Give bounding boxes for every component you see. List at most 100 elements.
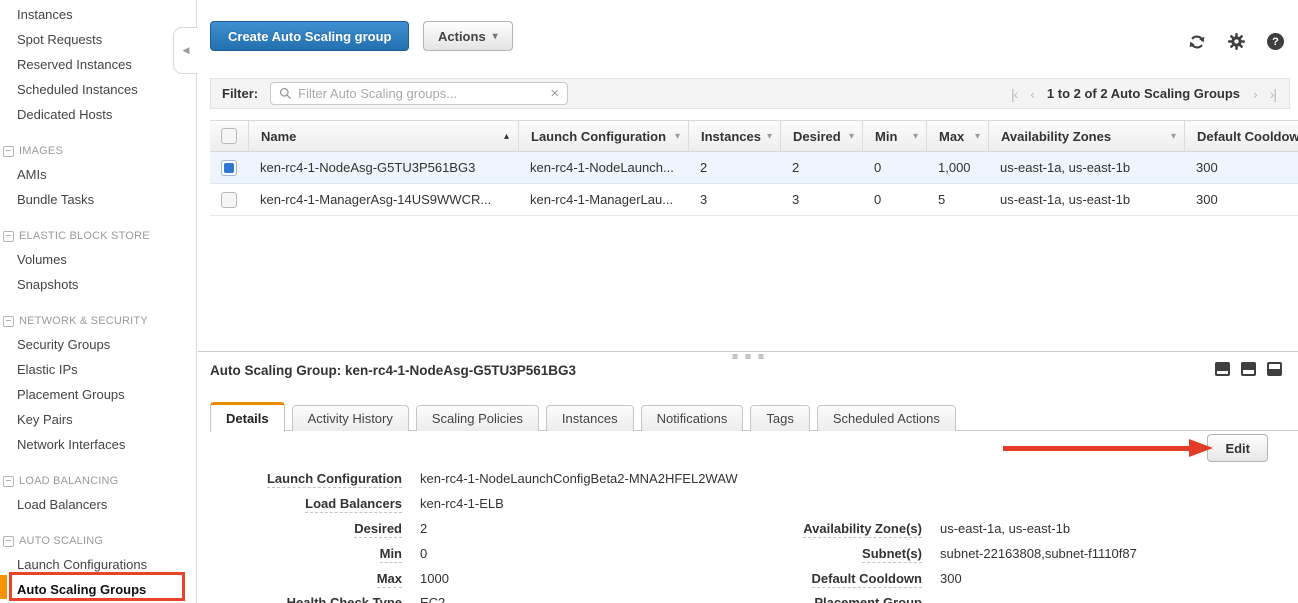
column-header-desired[interactable]: Desired (780, 121, 862, 151)
sidebar-item-spot-requests[interactable]: Spot Requests (0, 27, 196, 52)
field-label: Load Balancers (210, 496, 402, 511)
sidebar-item-snapshots[interactable]: Snapshots (0, 272, 196, 297)
column-header-max[interactable]: Max (926, 121, 988, 151)
search-box[interactable] (270, 82, 568, 105)
pane-layout-half-icon[interactable] (1241, 362, 1256, 376)
filter-bar: Filter: 1 to 2 of 2 Auto Scaling Groups (210, 78, 1290, 109)
field-label: Min (210, 546, 402, 561)
cell-instances: 2 (688, 160, 780, 175)
sidebar-section-load-balancing[interactable]: LOAD BALANCING (0, 470, 196, 492)
help-icon[interactable] (1267, 33, 1284, 50)
field-label: Launch Configuration (210, 471, 402, 486)
column-header-min[interactable]: Min (862, 121, 926, 151)
sidebar-section-network-security[interactable]: NETWORK & SECURITY (0, 310, 196, 332)
sidebar-item-placement-groups[interactable]: Placement Groups (0, 382, 196, 407)
refresh-icon[interactable] (1188, 33, 1206, 51)
column-header-instances[interactable]: Instances (688, 121, 780, 151)
sidebar-item-volumes[interactable]: Volumes (0, 247, 196, 272)
tab-instances[interactable]: Instances (546, 405, 634, 431)
cell-availability-zones: us-east-1a, us-east-1b (988, 192, 1184, 207)
previous-page-button[interactable] (1030, 86, 1034, 102)
last-page-button[interactable] (1270, 86, 1276, 102)
tab-scheduled-actions[interactable]: Scheduled Actions (817, 405, 956, 431)
column-label: Instances (701, 129, 761, 144)
sidebar-item-amis[interactable]: AMIs (0, 162, 196, 187)
sidebar-item-reserved-instances[interactable]: Reserved Instances (0, 52, 196, 77)
actions-dropdown-button[interactable]: Actions (423, 21, 513, 51)
edit-button[interactable]: Edit (1207, 434, 1268, 462)
main-content: Create Auto Scaling group Actions (198, 0, 1298, 603)
panel-resize-handle[interactable] (733, 354, 764, 359)
sidebar-item-dedicated-hosts[interactable]: Dedicated Hosts (0, 102, 196, 127)
field-label: Availability Zone(s) (722, 521, 922, 536)
tab-scaling-policies[interactable]: Scaling Policies (416, 405, 539, 431)
pagination-text: 1 to 2 of 2 Auto Scaling Groups (1047, 86, 1240, 101)
sidebar-item-load-balancers[interactable]: Load Balancers (0, 492, 196, 517)
sidebar-item-instances[interactable]: Instances (0, 2, 196, 27)
cell-name: ken-rc4-1-NodeAsg-G5TU3P561BG3 (248, 160, 518, 175)
tab-activity-history[interactable]: Activity History (292, 405, 409, 431)
sidebar-section-label: LOAD BALANCING (19, 475, 118, 487)
filter-search-input[interactable] (298, 86, 544, 101)
next-page-button[interactable] (1253, 86, 1257, 102)
column-label: Launch Configuration (531, 129, 666, 144)
tab-details[interactable]: Details (210, 402, 285, 432)
column-header-availability-zones[interactable]: Availability Zones (988, 121, 1184, 151)
gear-icon[interactable] (1227, 32, 1246, 51)
row-checkbox-checked[interactable] (221, 160, 237, 176)
field-label: Subnet(s) (722, 546, 922, 561)
field-max: Max 1000 (210, 571, 449, 589)
column-menu-icon[interactable] (913, 131, 918, 142)
column-menu-icon[interactable] (1171, 131, 1176, 142)
pane-layout-full-icon[interactable] (1267, 362, 1282, 376)
sidebar-section-label: AUTO SCALING (19, 535, 103, 547)
tab-tags[interactable]: Tags (750, 405, 809, 431)
column-label: Availability Zones (1001, 129, 1111, 144)
create-auto-scaling-group-button[interactable]: Create Auto Scaling group (210, 21, 409, 51)
table-row-manager-asg[interactable]: ken-rc4-1-ManagerAsg-14US9WWCR... ken-rc… (210, 184, 1298, 216)
pane-layout-small-icon[interactable] (1215, 362, 1230, 376)
pane-layout-icons (1215, 362, 1282, 376)
column-header-name[interactable]: Name (248, 121, 518, 151)
field-label: Desired (210, 521, 402, 536)
field-value: 300 (940, 571, 962, 586)
chevron-down-icon (493, 31, 498, 42)
collapse-minus-icon (3, 146, 14, 157)
collapse-minus-icon (3, 231, 14, 242)
column-label: Min (875, 129, 897, 144)
field-value: 0 (420, 546, 427, 561)
column-menu-icon[interactable] (767, 131, 772, 142)
column-menu-icon[interactable] (849, 131, 854, 142)
sidebar-item-auto-scaling-groups[interactable]: Auto Scaling Groups (0, 577, 196, 602)
cell-name: ken-rc4-1-ManagerAsg-14US9WWCR... (248, 192, 518, 207)
select-all-checkbox[interactable] (221, 128, 237, 144)
tab-notifications[interactable]: Notifications (641, 405, 744, 431)
sidebar-item-network-interfaces[interactable]: Network Interfaces (0, 432, 196, 457)
first-page-button[interactable] (1011, 86, 1017, 102)
field-min: Min 0 (210, 546, 427, 564)
column-header-default-cooldown[interactable]: Default Cooldown (1184, 121, 1298, 151)
column-label: Name (261, 129, 296, 144)
sidebar-section-elastic-block-store[interactable]: ELASTIC BLOCK STORE (0, 225, 196, 247)
sidebar-item-launch-configurations[interactable]: Launch Configurations (0, 552, 196, 577)
sidebar-item-scheduled-instances[interactable]: Scheduled Instances (0, 77, 196, 102)
field-launch-configuration: Launch Configuration ken-rc4-1-NodeLaunc… (210, 471, 738, 489)
sidebar-item-bundle-tasks[interactable]: Bundle Tasks (0, 187, 196, 212)
sidebar-collapse-handle[interactable] (173, 27, 198, 74)
column-header-launch-configuration[interactable]: Launch Configuration (518, 121, 688, 151)
detail-tabs: Details Activity History Scaling Policie… (210, 402, 956, 431)
sidebar-item-security-groups[interactable]: Security Groups (0, 332, 196, 357)
row-checkbox-cell (210, 160, 248, 176)
sidebar-section-images[interactable]: IMAGES (0, 140, 196, 162)
column-menu-icon[interactable] (975, 131, 980, 142)
table-row-node-asg[interactable]: ken-rc4-1-NodeAsg-G5TU3P561BG3 ken-rc4-1… (210, 152, 1298, 184)
sidebar-item-elastic-ips[interactable]: Elastic IPs (0, 357, 196, 382)
field-label: Placement Group (722, 595, 922, 603)
row-checkbox-unchecked[interactable] (221, 192, 237, 208)
sidebar-section-auto-scaling[interactable]: AUTO SCALING (0, 530, 196, 552)
sidebar-item-key-pairs[interactable]: Key Pairs (0, 407, 196, 432)
clear-filter-icon[interactable] (550, 86, 559, 101)
cell-default-cooldown: 300 (1184, 192, 1298, 207)
collapse-minus-icon (3, 316, 14, 327)
column-menu-icon[interactable] (675, 131, 680, 142)
